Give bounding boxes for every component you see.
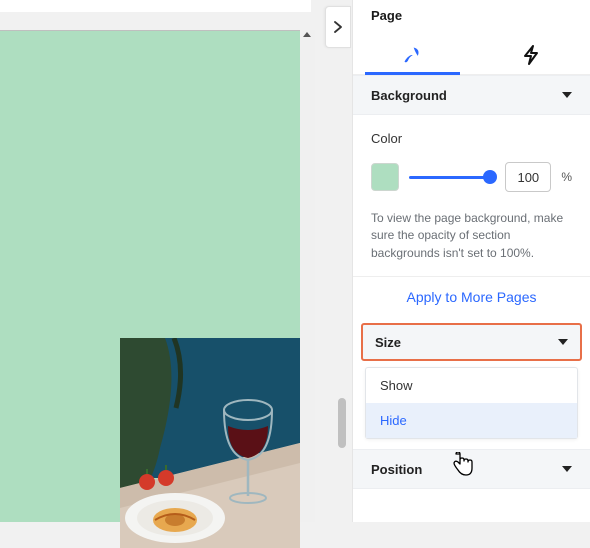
preview-image [120,338,300,548]
color-swatch[interactable] [371,163,399,191]
apply-to-more-pages-link[interactable]: Apply to More Pages [407,289,537,305]
background-hint: To view the page background, make sure t… [371,210,572,262]
canvas-scrollbar[interactable] [300,30,315,522]
tab-interactions[interactable] [472,35,590,74]
chevron-right-icon [334,21,342,33]
color-row: % [371,162,572,192]
section-header-position[interactable]: Position [353,449,590,489]
opacity-input[interactable] [505,162,551,192]
properties-panel: Page Background Color % T [352,0,590,522]
panel-scrollbar-thumb[interactable] [338,398,346,448]
editor-canvas [0,0,325,522]
panel-title: Page [353,0,590,35]
apply-row: Apply to More Pages [353,276,590,319]
chevron-down-icon [562,92,572,98]
food-photo [120,338,300,548]
scroll-up-arrow-icon [303,32,311,37]
chevron-down-icon [558,339,568,345]
lightning-icon [522,45,540,65]
opacity-slider[interactable] [409,167,495,187]
section-title: Position [371,462,422,477]
collapse-panel-handle[interactable] [325,6,351,48]
brush-icon [402,45,422,65]
section-title: Size [375,335,401,350]
slider-thumb[interactable] [483,170,497,184]
section-title: Background [371,88,447,103]
color-label: Color [371,131,572,146]
section-header-background[interactable]: Background [353,75,590,115]
section-header-size[interactable]: Size [361,323,582,361]
menu-item-show[interactable]: Show [366,368,577,403]
menu-item-hide[interactable]: Hide [366,403,577,438]
panel-tabs [353,35,590,75]
chevron-down-icon [562,466,572,472]
background-section: Color % To view the page background, mak… [353,115,590,276]
opacity-unit: % [561,170,572,184]
page-preview[interactable] [0,30,300,522]
canvas-chrome [0,0,311,12]
size-visibility-menu: Show Hide [365,367,578,439]
tab-style[interactable] [353,35,472,74]
